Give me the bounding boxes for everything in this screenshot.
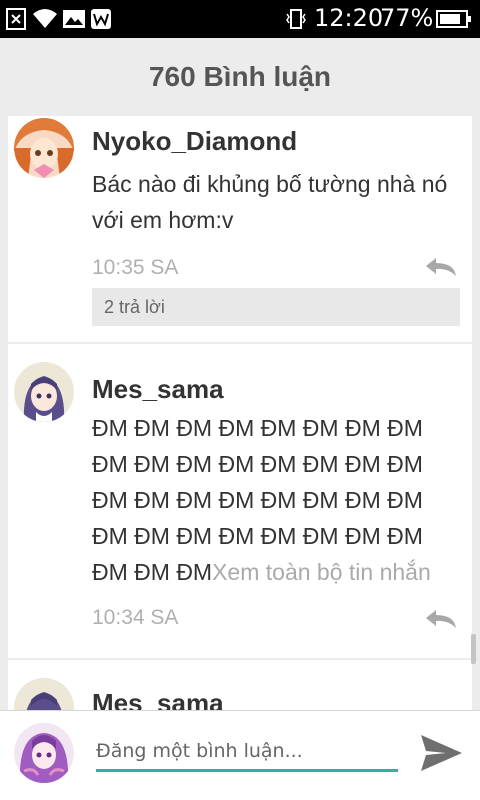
username[interactable]: Mes_sama [92,688,224,710]
avatar[interactable] [14,723,74,783]
send-icon[interactable] [418,733,464,773]
comment-input[interactable] [96,733,398,772]
comment-text: ĐM ĐM ĐM ĐM ĐM ĐM ĐM ĐM ĐM ĐM ĐM ĐM ĐM Đ… [92,410,462,590]
image-icon [63,10,85,28]
battery-percent: 77% [380,4,434,32]
comment-timestamp: 10:34 SA [92,606,179,629]
view-replies-button[interactable]: 2 trả lời [92,288,460,326]
wifi-icon [33,9,57,28]
comment-composer [0,710,480,800]
battery-icon [436,10,471,28]
replies-count-label: 2 trả lời [104,296,165,317]
status-bar: 12:20 77% [0,0,480,38]
comment-item: Mes_sama [8,660,472,710]
comment-list[interactable]: Nyoko_Diamond Bác nào đi khủng bố tường … [0,116,480,710]
avatar[interactable] [14,678,74,710]
comment-timestamp: 10:35 SA [92,256,179,279]
username[interactable]: Mes_sama [92,374,224,405]
reply-icon[interactable] [424,608,458,630]
close-box-icon [6,8,26,30]
username[interactable]: Nyoko_Diamond [92,126,297,157]
avatar[interactable] [14,362,74,422]
comments-header: 760 Bình luận [0,38,480,116]
clock: 12:20 [314,4,384,32]
comment-item: Mes_sama ĐM ĐM ĐM ĐM ĐM ĐM ĐM ĐM ĐM ĐM Đ… [8,344,472,658]
page-title: 760 Bình luận [148,61,332,92]
see-full-message-link[interactable]: Xem toàn bộ tin nhắn [212,559,431,585]
vibrate-icon [286,9,306,29]
reply-icon[interactable] [424,256,458,278]
comment-text: Bác nào đi khủng bố tường nhà nó với em … [92,171,448,233]
avatar[interactable] [14,118,74,178]
w-app-icon [91,9,111,29]
comment-item: Nyoko_Diamond Bác nào đi khủng bố tường … [8,116,472,342]
scrollbar[interactable] [471,634,476,664]
